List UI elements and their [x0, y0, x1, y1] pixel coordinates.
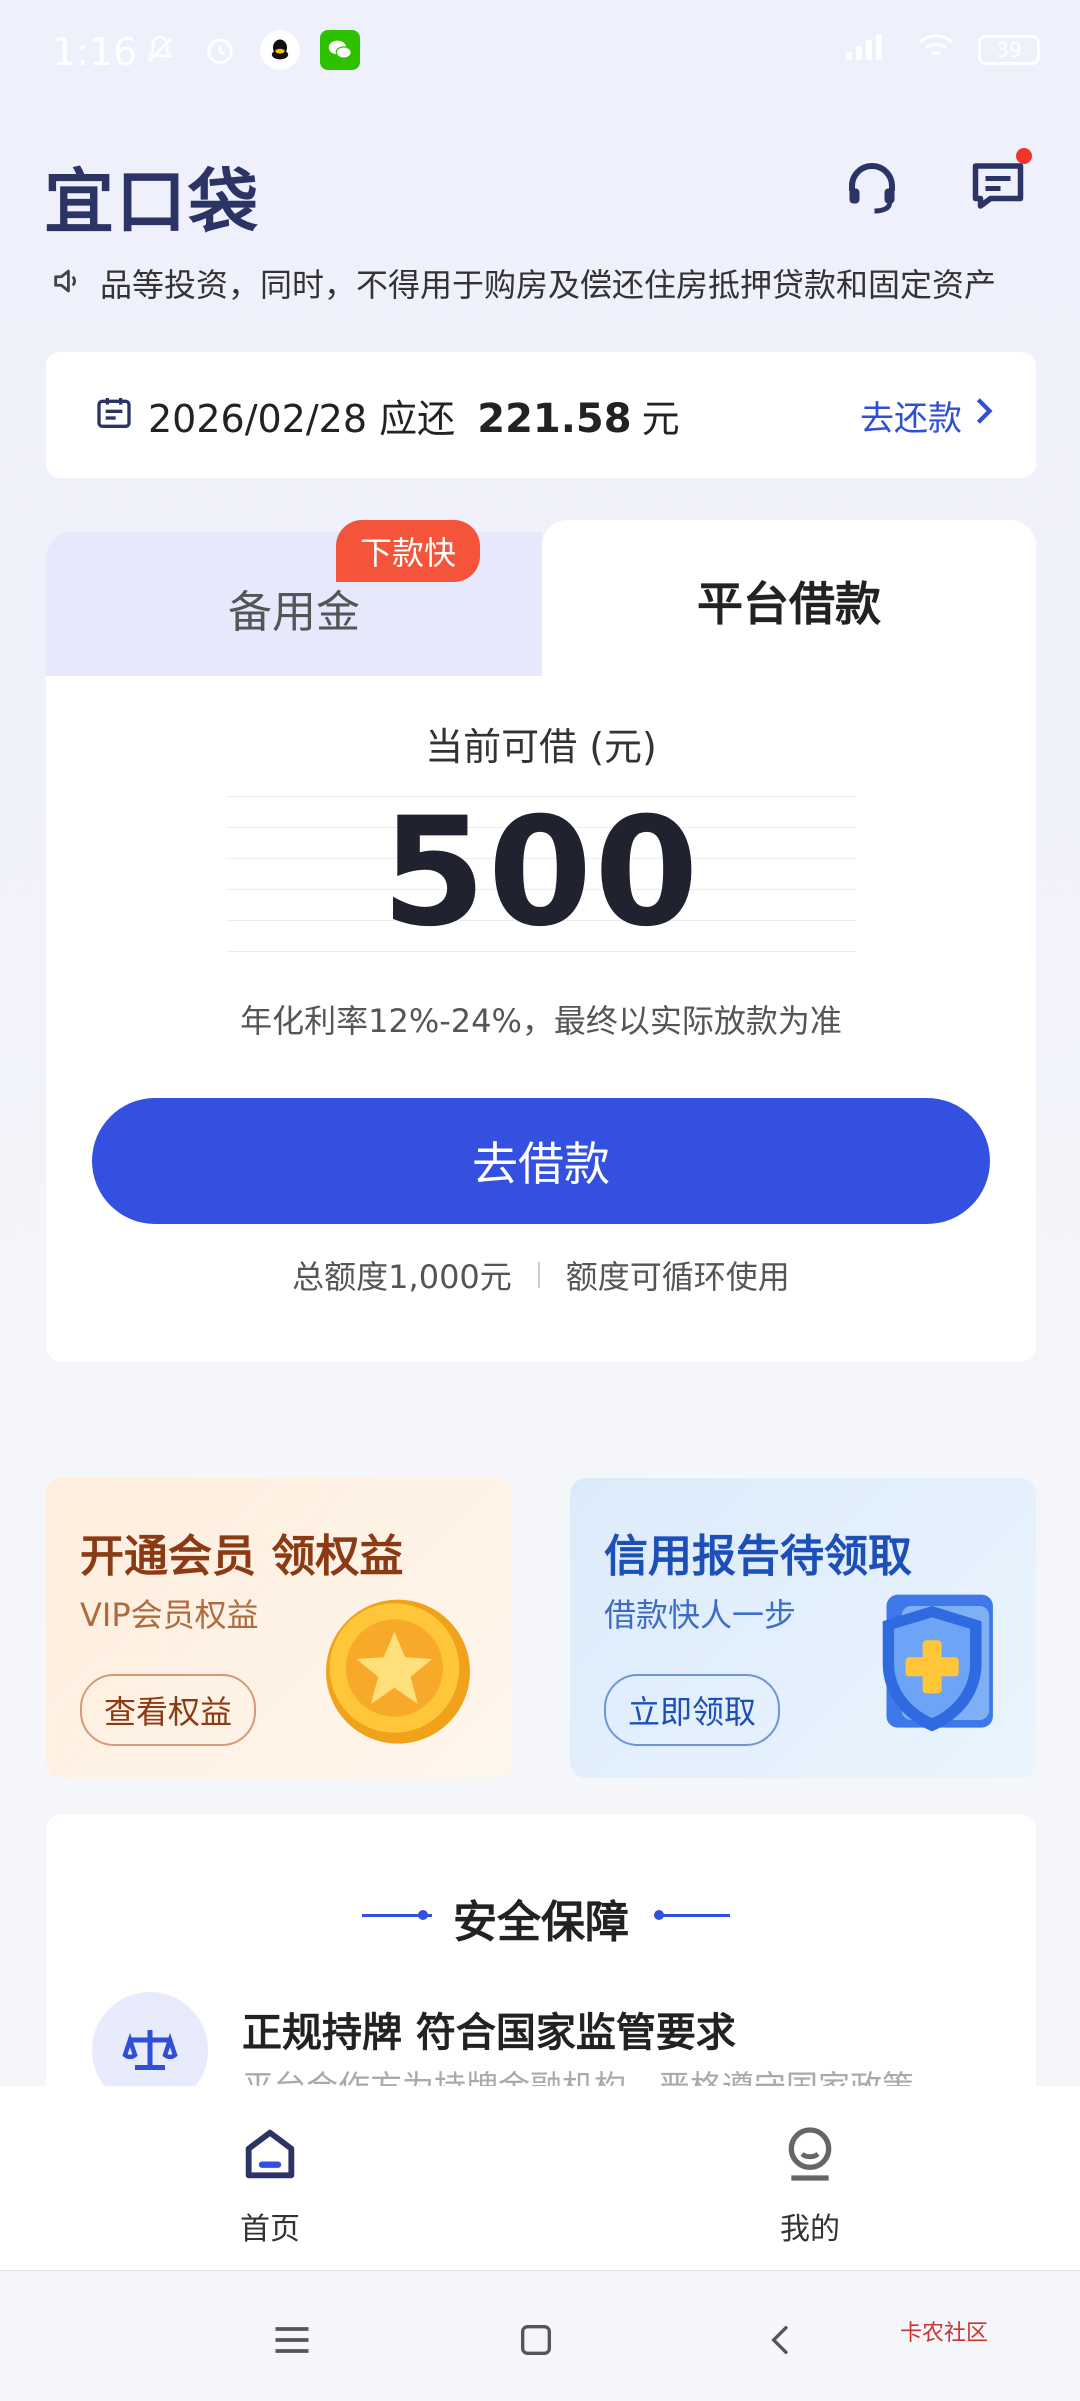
square-icon: [516, 2320, 556, 2364]
gold-coin-icon: [308, 1578, 488, 1762]
status-time: 1:16: [52, 30, 138, 74]
repayment-card[interactable]: 2026/02/28 应还 221.58 元 去还款: [46, 352, 1036, 478]
fast-payout-badge: 下款快: [336, 520, 481, 582]
qq-icon: [260, 30, 300, 70]
bill-icon: [94, 393, 134, 437]
message-icon: [968, 148, 1032, 220]
system-status-icons: 39: [844, 30, 1040, 69]
repay-due-label: 应还: [379, 396, 456, 441]
tab-platform-loan-label: 平台借款: [697, 577, 881, 631]
vip-promo-button[interactable]: 查看权益: [80, 1674, 257, 1746]
battery-icon: 39: [978, 34, 1040, 65]
limit-info: 总额度1,000元 额度可循环使用: [46, 1252, 1036, 1298]
shield-icon: [810, 1568, 1020, 1762]
nav-mine[interactable]: 我的: [730, 2122, 890, 2248]
notification-icons: [140, 30, 360, 70]
available-label: 当前可借 (元): [425, 725, 657, 769]
security-item-title: 正规持牌 符合国家监管要求: [242, 2010, 736, 2056]
security-title: 安全保障: [453, 1897, 629, 1948]
back-button[interactable]: [752, 2317, 812, 2367]
repay-link[interactable]: 去还款: [860, 391, 996, 440]
title-decoration-right: [660, 1914, 730, 1917]
status-bar: 1:16 39: [0, 0, 1080, 100]
repay-amount: 221.58: [477, 395, 632, 442]
system-nav-bar: 卡农社区: [0, 2270, 1080, 2401]
loan-body: 当前可借 (元) 500 年化利率12%-24%，最终以实际放款为准 去借款 总…: [46, 676, 1036, 1362]
vip-promo-subtitle: VIP会员权益: [80, 1596, 259, 1634]
app-logo: 宜口袋: [44, 161, 260, 243]
profile-icon: [778, 2122, 842, 2190]
bottom-nav: 首页 我的: [0, 2086, 1080, 2270]
chevron-right-icon: [972, 395, 996, 435]
mute-icon: [140, 30, 180, 70]
nav-mine-label: 我的: [780, 2212, 840, 2247]
wechat-icon: [320, 30, 360, 70]
borrow-button[interactable]: 去借款: [92, 1098, 990, 1224]
total-limit: 总额度1,000元: [292, 1258, 512, 1296]
repay-link-label: 去还款: [860, 398, 962, 439]
signal-icon: [844, 30, 894, 69]
customer-service-button[interactable]: [840, 156, 904, 220]
divider: [537, 1262, 540, 1288]
recent-apps-button[interactable]: [262, 2317, 322, 2367]
vip-promo-card[interactable]: 开通会员 领权益 VIP会员权益 查看权益: [46, 1478, 512, 1778]
menu-icon: [270, 2320, 314, 2364]
nav-home[interactable]: 首页: [190, 2122, 350, 2248]
available-amount: 500: [381, 786, 701, 960]
watermark: 卡农社区: [900, 2321, 989, 2346]
repay-info: 2026/02/28 应还 221.58 元: [148, 388, 680, 443]
alarm-icon: [200, 30, 240, 70]
tab-standby-fund-label: 备用金: [228, 587, 360, 638]
unread-dot: [1016, 148, 1032, 164]
speaker-icon: [50, 264, 84, 302]
headset-icon: [842, 156, 902, 220]
credit-promo-button[interactable]: 立即领取: [604, 1674, 781, 1746]
loan-card: 备用金 平台借款 下款快 当前可借 (元) 500 年化利率12%-24%，最终…: [46, 520, 1036, 1362]
notice-text: 品等投资，同时，不得用于购房及偿还住房抵押贷款和固定资产: [100, 266, 997, 304]
credit-promo-subtitle: 借款快人一步: [604, 1596, 797, 1634]
messages-button[interactable]: [966, 148, 1032, 220]
vip-promo-title: 开通会员 领权益: [80, 1531, 404, 1582]
repay-unit: 元: [641, 396, 680, 441]
back-arrow-icon: [762, 2320, 802, 2364]
wifi-icon: [916, 30, 956, 69]
notice-bar[interactable]: 品等投资，同时，不得用于购房及偿还住房抵押贷款和固定资产: [50, 258, 1030, 308]
cyclic-limit: 额度可循环使用: [565, 1258, 790, 1296]
security-card: 安全保障 正规持牌 符合国家监管要求 平台合作方为持牌金融机构，严格遵守国家政策: [46, 1814, 1036, 2114]
credit-report-promo-card[interactable]: 信用报告待领取 借款快人一步 立即领取: [570, 1478, 1036, 1778]
repay-date: 2026/02/28: [148, 396, 368, 441]
home-button[interactable]: [506, 2317, 566, 2367]
home-icon: [238, 2122, 302, 2190]
interest-rate-text: 年化利率12%-24%，最终以实际放款为准: [240, 1002, 842, 1040]
nav-home-label: 首页: [240, 2212, 300, 2247]
